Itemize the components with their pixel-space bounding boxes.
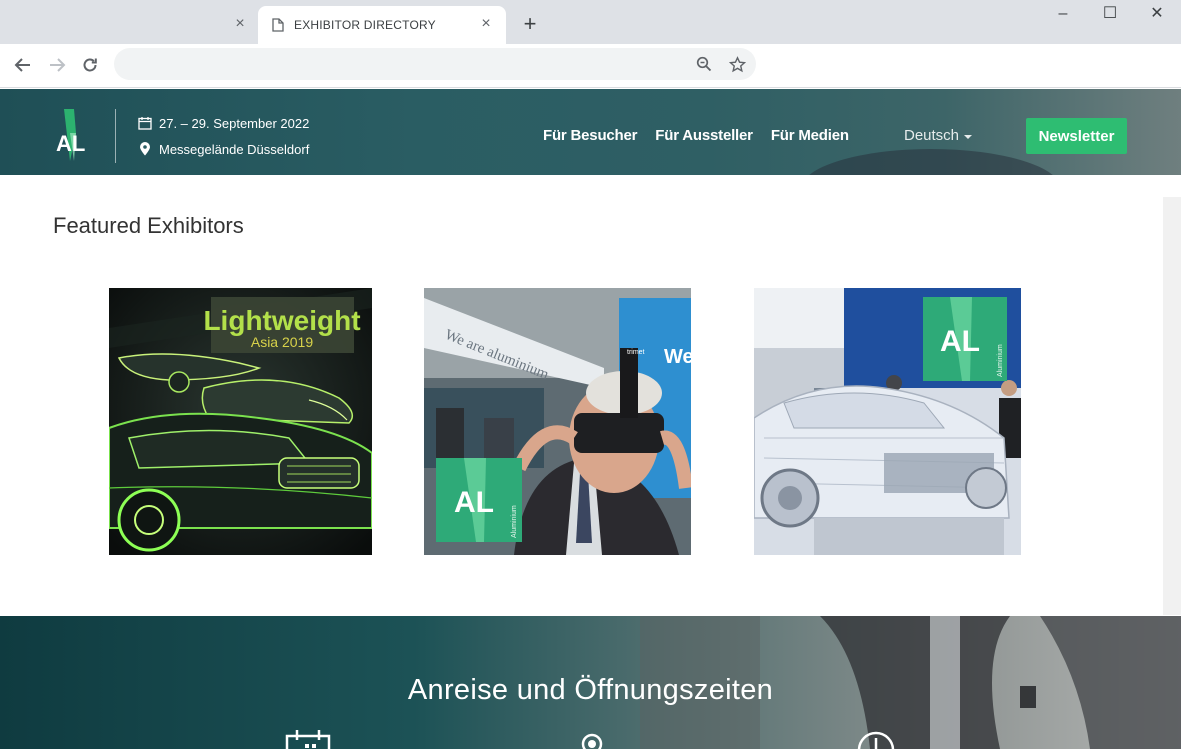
browser-tab-active[interactable]: EXHIBITOR DIRECTORY × xyxy=(258,6,506,44)
calendar-icon xyxy=(138,116,152,130)
badge-logo: AL xyxy=(454,486,494,519)
event-location: Messegelände Düsseldorf xyxy=(159,141,310,157)
travel-section: Anreise und Öffnungszeiten xyxy=(0,616,1181,749)
location-pin-icon xyxy=(578,730,606,749)
scrollbar[interactable] xyxy=(1163,197,1181,615)
badge-sub: Aluminium xyxy=(511,505,518,538)
close-icon[interactable]: × xyxy=(478,16,494,32)
site-header: AL 27. – 29. September 2022 Messegelände… xyxy=(0,89,1181,175)
nav-item-aussteller[interactable]: Für Aussteller xyxy=(655,127,753,144)
page-icon xyxy=(272,18,284,32)
browser-toolbar xyxy=(0,44,1181,88)
badge-logo: AL xyxy=(940,325,980,358)
badge-sub: Aluminium xyxy=(997,344,1004,377)
exhibitor-image-vr: We are aluminium We trimet AL Aluminium xyxy=(424,288,691,555)
tab-title: EXHIBITOR DIRECTORY xyxy=(294,18,436,32)
exhibitor-card-lightweight[interactable]: Lightweight Asia 2019 xyxy=(109,288,372,555)
logo-text: AL xyxy=(56,131,85,156)
section-title: Anreise und Öffnungszeiten xyxy=(407,674,774,706)
section-title: Featured Exhibitors xyxy=(53,213,244,238)
event-date: 27. – 29. September 2022 xyxy=(159,115,310,131)
nav-item-besucher[interactable]: Für Besucher xyxy=(543,127,637,144)
close-icon[interactable]: × xyxy=(232,16,248,32)
badge-line-2: Asia 2019 xyxy=(251,334,313,350)
svg-text:trimet: trimet xyxy=(627,349,645,356)
browser-tab-bar: × EXHIBITOR DIRECTORY × + – ☐ ✕ xyxy=(0,0,1181,44)
language-select[interactable]: Deutsch xyxy=(904,127,973,144)
calendar-icon xyxy=(285,730,331,749)
star-icon[interactable] xyxy=(728,55,746,73)
minimize-button[interactable]: – xyxy=(1048,4,1078,24)
exhibitor-card-car[interactable]: AL Aluminium xyxy=(754,288,1021,555)
al-logo[interactable]: AL xyxy=(50,107,94,161)
clock-icon xyxy=(856,730,896,749)
event-info: 27. – 29. September 2022 Messegelände Dü… xyxy=(138,113,309,165)
featured-section: Featured Exhibitors Lightweight Asia 201… xyxy=(0,175,1181,616)
newsletter-button[interactable]: Newsletter xyxy=(1026,118,1127,154)
exhibitor-image-lightweight: Lightweight Asia 2019 xyxy=(109,288,372,555)
screen-text: We xyxy=(664,346,691,368)
browser-tab-inactive[interactable]: × xyxy=(0,6,256,44)
back-arrow-icon[interactable] xyxy=(10,52,36,78)
new-tab-button[interactable]: + xyxy=(519,13,541,36)
main-nav: Für Besucher Für Aussteller Für Medien xyxy=(543,127,849,144)
header-divider xyxy=(115,109,116,163)
reload-icon[interactable] xyxy=(77,52,103,78)
exhibitor-image-car: AL Aluminium xyxy=(754,288,1021,555)
location-pin-icon xyxy=(138,142,152,156)
language-label: Deutsch xyxy=(904,127,960,144)
caret-down-icon xyxy=(964,134,973,139)
header-background-photo xyxy=(801,149,1061,175)
badge-line-1: Lightweight xyxy=(203,305,360,336)
address-bar[interactable] xyxy=(114,48,756,80)
exhibitor-card-vr[interactable]: We are aluminium We trimet AL Aluminium xyxy=(424,288,691,555)
zoom-icon[interactable] xyxy=(695,55,713,73)
maximize-button[interactable]: ☐ xyxy=(1095,4,1125,24)
forward-arrow-icon[interactable] xyxy=(44,52,70,78)
nav-item-medien[interactable]: Für Medien xyxy=(771,127,849,144)
window-close-button[interactable]: ✕ xyxy=(1142,4,1172,24)
